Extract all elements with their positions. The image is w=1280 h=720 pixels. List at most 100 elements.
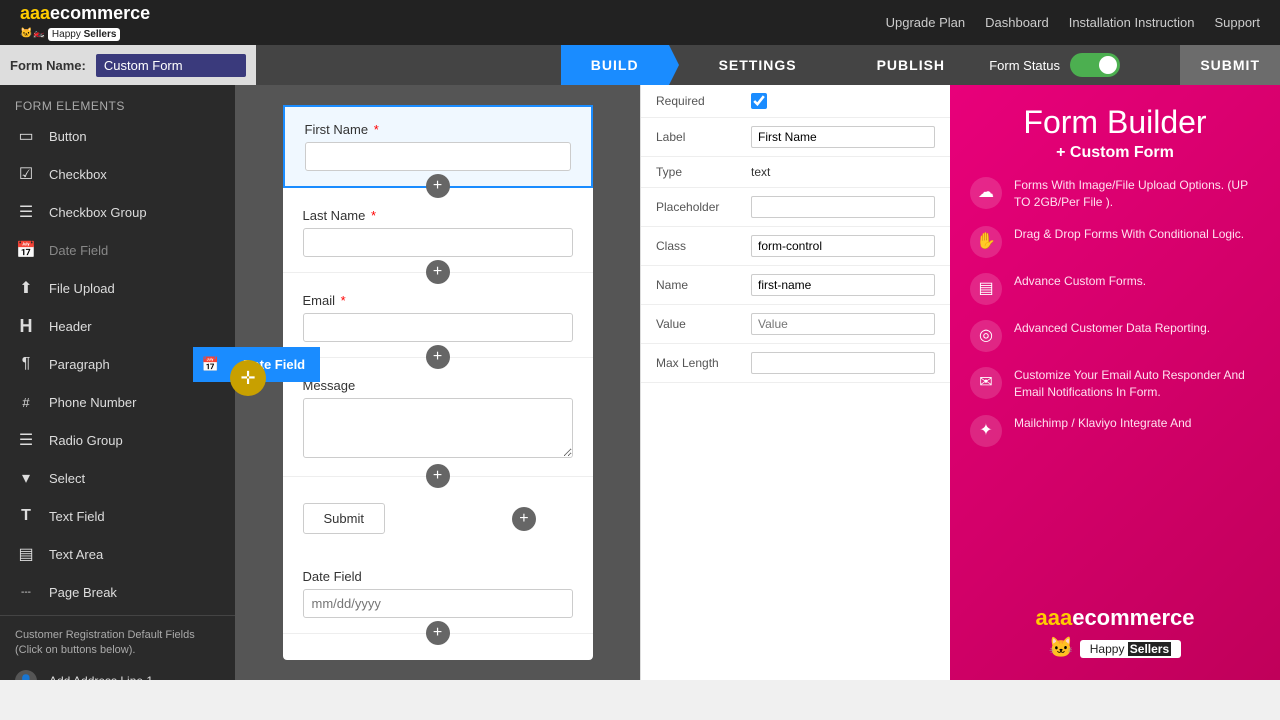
first-name-input[interactable] xyxy=(305,142,571,171)
sidebar-label-page-break: Page Break xyxy=(49,585,117,600)
submit-button[interactable]: SUBMIT xyxy=(1180,45,1280,85)
upload-icon: ☁ xyxy=(970,177,1002,209)
props-required-checkbox[interactable] xyxy=(751,93,767,109)
sidebar-item-file-upload[interactable]: ⬆ File Upload xyxy=(0,269,235,307)
tab-publish[interactable]: PUBLISH xyxy=(847,45,975,85)
last-name-input[interactable] xyxy=(303,228,573,257)
add-field-btn-1[interactable]: + xyxy=(426,174,450,198)
add-field-btn-3[interactable]: + xyxy=(426,345,450,369)
sidebar-label-text-field: Text Field xyxy=(49,509,105,524)
sidebar-item-phone-number[interactable]: # Phone Number xyxy=(0,383,235,421)
text-area-icon: ▤ xyxy=(15,543,37,565)
nav-links: Upgrade Plan Dashboard Installation Inst… xyxy=(886,15,1260,30)
brand-logo: aaaecommerce 🐱‍🏍 Happy Sellers xyxy=(20,4,150,41)
happy-sellers-badge: Happy Sellers xyxy=(1080,640,1181,658)
right-subtitle: + Custom Form xyxy=(970,144,1260,162)
form-status-area: Form Status xyxy=(989,53,1120,77)
mailchimp-text: Mailchimp / Klaviyo Integrate And xyxy=(1014,415,1191,432)
props-row-type: Type text xyxy=(641,157,950,188)
email-input[interactable] xyxy=(303,313,573,342)
nav-dashboard[interactable]: Dashboard xyxy=(985,15,1049,30)
checkbox-icon: ☑ xyxy=(15,163,37,185)
sidebar-item-text-field[interactable]: T Text Field xyxy=(0,497,235,535)
props-label-input[interactable] xyxy=(751,126,935,148)
props-class-label: Class xyxy=(656,239,741,253)
add-field-btn-2[interactable]: + xyxy=(426,260,450,284)
advance-icon: ▤ xyxy=(970,273,1002,305)
form-canvas: First Name * + Last Name * + Email * xyxy=(235,85,640,680)
props-type-value: text xyxy=(751,165,935,179)
properties-panel: Required Label Type text Placeholder Cla… xyxy=(640,85,950,680)
mailchimp-icon: ✦ xyxy=(970,415,1002,447)
props-name-label: Name xyxy=(656,278,741,292)
add-field-btn-5[interactable]: + xyxy=(512,507,536,531)
feature-reporting: ◎ Advanced Customer Data Reporting. xyxy=(970,320,1260,352)
sidebar-item-date-field[interactable]: 📅 Date Field xyxy=(0,231,235,269)
sidebar-item-text-area[interactable]: ▤ Text Area xyxy=(0,535,235,573)
email-icon: ✉ xyxy=(970,367,1002,399)
field-last-name[interactable]: Last Name * + xyxy=(283,188,593,273)
text-field-icon: T xyxy=(15,505,37,527)
sidebar-label-file-upload: File Upload xyxy=(49,281,115,296)
props-row-class: Class xyxy=(641,227,950,266)
add-address-1-icon: 👤 xyxy=(15,670,37,680)
props-row-value: Value xyxy=(641,305,950,344)
date-input[interactable] xyxy=(303,589,573,618)
sidebar-item-header[interactable]: H Header xyxy=(0,307,235,345)
props-placeholder-input[interactable] xyxy=(751,196,935,218)
sidebar-label-button: Button xyxy=(49,129,87,144)
sidebar-item-select[interactable]: ▾ Select xyxy=(0,459,235,497)
form-submit-button[interactable]: Submit xyxy=(303,503,385,534)
customer-reg-title: Customer Registration Default Fields xyxy=(15,629,195,641)
customer-reg-section: Customer Registration Default Fields (Cl… xyxy=(0,620,235,663)
field-label-first-name: First Name * xyxy=(305,122,571,137)
nav-upgrade[interactable]: Upgrade Plan xyxy=(886,15,966,30)
drag-drop-text: Drag & Drop Forms With Conditional Logic… xyxy=(1014,226,1244,243)
message-textarea[interactable] xyxy=(303,398,573,458)
tab-settings[interactable]: SETTINGS xyxy=(689,45,827,85)
sidebar-item-page-break[interactable]: --- Page Break xyxy=(0,573,235,611)
sidebar-item-checkbox[interactable]: ☑ Checkbox xyxy=(0,155,235,193)
top-navigation: aaaecommerce 🐱‍🏍 Happy Sellers Upgrade P… xyxy=(0,0,1280,45)
sidebar-label-select: Select xyxy=(49,471,85,486)
sidebar-item-radio-group[interactable]: ☰ Radio Group xyxy=(0,421,235,459)
sidebar-item-checkbox-group[interactable]: ☰ Checkbox Group xyxy=(0,193,235,231)
field-email[interactable]: Email * + xyxy=(283,273,593,358)
add-field-btn-4[interactable]: + xyxy=(426,464,450,488)
brand-bottom-name: aaaecommerce xyxy=(970,605,1260,631)
nav-support[interactable]: Support xyxy=(1214,15,1260,30)
brand-bottom: aaaecommerce 🐱 Happy Sellers xyxy=(970,595,1260,660)
brand-bottom-amazon: 🐱 Happy Sellers xyxy=(970,635,1260,660)
sidebar-label-paragraph: Paragraph xyxy=(49,357,110,372)
advance-text: Advance Custom Forms. xyxy=(1014,273,1146,290)
sidebar-label-radio-group: Radio Group xyxy=(49,433,123,448)
form-name-bar: Form Name: xyxy=(0,45,256,85)
phone-number-icon: # xyxy=(15,391,37,413)
form-status-toggle[interactable] xyxy=(1070,53,1120,77)
props-value-input[interactable] xyxy=(751,313,935,335)
sidebar-item-button[interactable]: ▭ Button xyxy=(0,117,235,155)
feature-drag-drop: ✋ Drag & Drop Forms With Conditional Log… xyxy=(970,226,1260,258)
right-panel-title: Form Builder + Custom Form xyxy=(970,105,1260,162)
props-max-length-input[interactable] xyxy=(751,352,935,374)
field-label-message: Message xyxy=(303,378,573,393)
field-date[interactable]: Date Field + xyxy=(283,549,593,634)
file-upload-icon: ⬆ xyxy=(15,277,37,299)
props-class-input[interactable] xyxy=(751,235,935,257)
paragraph-icon: ¶ xyxy=(15,353,37,375)
props-row-max-length: Max Length xyxy=(641,344,950,383)
add-field-btn-6[interactable]: + xyxy=(426,621,450,645)
props-name-input[interactable] xyxy=(751,274,935,296)
tab-build[interactable]: BUILD xyxy=(561,45,669,85)
feature-mailchimp: ✦ Mailchimp / Klaviyo Integrate And xyxy=(970,415,1260,447)
sidebar-label-checkbox-group: Checkbox Group xyxy=(49,205,147,220)
field-first-name[interactable]: First Name * + xyxy=(283,105,593,188)
nav-installation[interactable]: Installation Instruction xyxy=(1069,15,1195,30)
sidebar-label-checkbox: Checkbox xyxy=(49,167,107,182)
field-label-email: Email * xyxy=(303,293,573,308)
drag-move-cursor: ✛ xyxy=(235,360,266,396)
form-name-input[interactable] xyxy=(96,54,246,77)
sidebar-item-add-address-1[interactable]: 👤 Add Address Line 1 xyxy=(0,663,235,680)
field-message[interactable]: Message + xyxy=(283,358,593,477)
sidebar-label-add-address-1: Add Address Line 1 xyxy=(49,674,153,680)
